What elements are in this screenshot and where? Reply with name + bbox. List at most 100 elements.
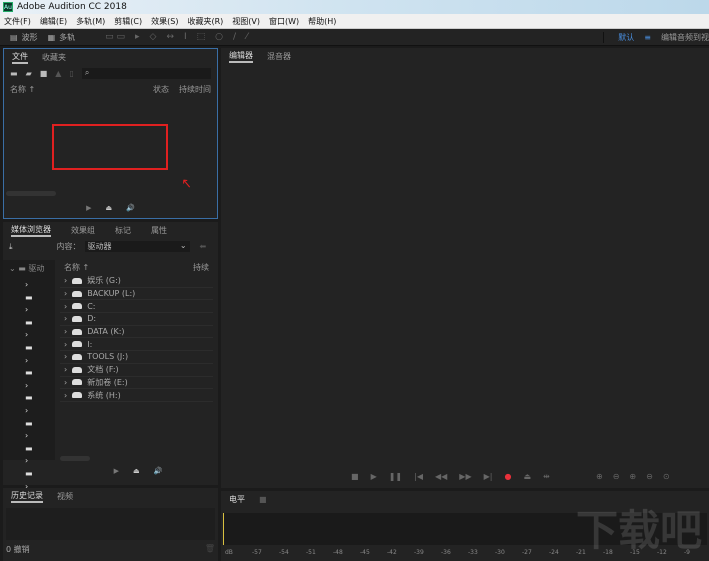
tab-properties[interactable]: 属性 [151, 225, 167, 236]
zoom-out-time-icon[interactable]: ⊖ [646, 472, 653, 481]
pause-icon[interactable]: ❚❚ [389, 472, 402, 481]
chevron-right-icon[interactable]: › [64, 302, 67, 311]
drive-row[interactable]: › DATA (K:) [60, 326, 213, 339]
back-icon[interactable]: ⬅ [200, 242, 207, 251]
tab-video[interactable]: 视频 [57, 491, 73, 502]
menu-favorites[interactable]: 收藏夹(R) [187, 16, 223, 27]
chevron-right-icon[interactable]: › [64, 314, 67, 323]
drive-row[interactable]: › C: [60, 300, 213, 314]
export-icon[interactable]: ⏏ [133, 467, 140, 475]
zoom-in-amplitude-icon[interactable]: ⊕ [596, 472, 603, 481]
chevron-right-icon[interactable]: › [64, 352, 67, 361]
tree-drives[interactable]: ⌄ ▬ 驱动 [3, 260, 55, 277]
zoom-full-icon[interactable]: ⊙ [663, 472, 670, 481]
autoplay-icon[interactable]: 🔊 [126, 204, 135, 212]
tab-effects-rack[interactable]: 效果组 [71, 225, 95, 236]
chevron-right-icon[interactable]: › [64, 365, 67, 374]
tab-editor[interactable]: 编辑器 [229, 50, 253, 63]
level-tick-label: -27 [522, 549, 532, 556]
drive-row[interactable]: › 系统 (H:) [60, 389, 213, 402]
drive-row[interactable]: › 娱乐 (G:) [60, 275, 213, 288]
menu-edit[interactable]: 编辑(E) [40, 16, 67, 27]
trash-icon[interactable]: 🗑 [205, 544, 215, 555]
levels-panel: 电平 ■ dB -57 -54 -51 -48 -45 -42 -39 -36 -33 -30 -27 -… [221, 491, 709, 561]
move-tool-icon[interactable]: ▸ [135, 32, 140, 42]
fast-forward-icon[interactable]: ▶▶ [459, 472, 471, 481]
media-tabs: 媒体浏览器 效果组 标记 属性 [3, 222, 218, 238]
stop-icon[interactable]: ■ [351, 472, 359, 481]
col-name[interactable]: 名称 ↑ [10, 84, 35, 95]
brush-icon[interactable]: / [233, 32, 236, 42]
spectral-icon[interactable]: ▭ ▭ [105, 32, 125, 42]
chevron-right-icon[interactable]: › [64, 340, 67, 349]
chevron-right-icon[interactable]: › [64, 378, 67, 387]
record-icon[interactable]: ● [504, 472, 511, 481]
rewind-icon[interactable]: ◀◀ [435, 472, 447, 481]
workspace-edit-video[interactable]: 编辑音频到视 [661, 32, 709, 43]
play-icon[interactable]: ▶ [371, 472, 377, 481]
export-icon[interactable]: ⏏ [106, 204, 113, 212]
play-icon[interactable]: ▶ [86, 204, 91, 212]
zoom-in-time-icon[interactable]: ⊕ [629, 472, 636, 481]
drive-row[interactable]: › D: [60, 313, 213, 326]
col-duration[interactable]: 持续时间 [179, 84, 211, 95]
loop-icon[interactable]: ⏏ [523, 472, 531, 481]
panel-menu-icon[interactable]: ■ [259, 495, 267, 504]
files-scrollbar[interactable] [6, 191, 56, 196]
workspace-default[interactable]: 默认 [603, 31, 634, 43]
go-start-icon[interactable]: |◀ [414, 472, 423, 481]
marquee-icon[interactable]: ⬚ [197, 32, 206, 42]
menu-file[interactable]: 文件(F) [4, 16, 31, 27]
files-search-input[interactable]: ⌕ [81, 68, 211, 79]
multitrack-label: 多轨 [59, 32, 76, 42]
workspace-menu-icon[interactable]: ≡ [644, 33, 651, 42]
open-folder-icon[interactable]: ▬ [10, 69, 18, 78]
insert-icon: ▲ [55, 69, 62, 78]
media-transport: ▶ ⏏ 🔊 [63, 467, 213, 475]
menu-help[interactable]: 帮助(H) [308, 16, 336, 27]
drive-row[interactable]: › 文档 (F:) [60, 364, 213, 377]
healing-icon[interactable]: ⁄ [246, 32, 248, 42]
menu-window[interactable]: 窗口(W) [269, 16, 299, 27]
col-duration[interactable]: 持续 [193, 262, 209, 273]
menu-multitrack[interactable]: 多轨(M) [76, 16, 105, 27]
drive-row[interactable]: › BACKUP (L:) [60, 288, 213, 301]
download-icon[interactable]: ⤓ [9, 242, 13, 252]
import-icon[interactable]: ▰ [26, 69, 32, 78]
col-name[interactable]: 名称 ↑ [64, 262, 89, 273]
tab-markers[interactable]: 标记 [115, 225, 131, 236]
waveform-label: 波形 [21, 32, 38, 42]
autoplay-icon[interactable]: 🔊 [154, 467, 163, 475]
levels-title: 电平 [229, 494, 245, 504]
tab-files[interactable]: 文件 [12, 51, 28, 64]
tab-mixer[interactable]: 混音器 [267, 51, 291, 62]
menu-effects[interactable]: 效果(S) [151, 16, 178, 27]
media-scrollbar[interactable] [60, 456, 90, 461]
chevron-right-icon[interactable]: › [64, 391, 67, 400]
drive-row[interactable]: › TOOLS (J:) [60, 351, 213, 364]
play-icon[interactable]: ▶ [114, 467, 119, 475]
drive-row[interactable]: › I: [60, 338, 213, 352]
new-file-icon[interactable]: ■ [40, 69, 48, 78]
tab-media-browser[interactable]: 媒体浏览器 [11, 224, 51, 237]
menu-clip[interactable]: 剪辑(C) [114, 16, 142, 27]
zoom-out-amplitude-icon[interactable]: ⊖ [613, 472, 620, 481]
slip-tool-icon[interactable]: ↔ [166, 32, 174, 42]
lasso-icon[interactable]: ○ [215, 32, 223, 42]
chevron-right-icon[interactable]: › [64, 289, 67, 298]
chevron-right-icon[interactable]: › [64, 276, 67, 285]
drive-row[interactable]: › 新加卷 (E:) [60, 377, 213, 390]
time-selection-icon[interactable]: I [184, 32, 187, 42]
content-select[interactable]: 驱动器 ⌄ [84, 241, 190, 252]
razor-tool-icon[interactable]: ◇ [150, 32, 157, 42]
tab-history[interactable]: 历史记录 [11, 490, 43, 503]
drive-icon [72, 277, 83, 284]
skip-icon[interactable]: ⇹ [543, 472, 550, 481]
go-end-icon[interactable]: ▶| [484, 472, 493, 481]
col-status[interactable]: 状态 [153, 84, 169, 95]
waveform-button[interactable]: ▤ 波形 [10, 32, 38, 43]
tab-favorites[interactable]: 收藏夹 [42, 52, 66, 63]
chevron-right-icon[interactable]: › [64, 327, 67, 336]
multitrack-button[interactable]: ▦ 多轨 [48, 32, 76, 43]
menu-view[interactable]: 视图(V) [232, 16, 260, 27]
